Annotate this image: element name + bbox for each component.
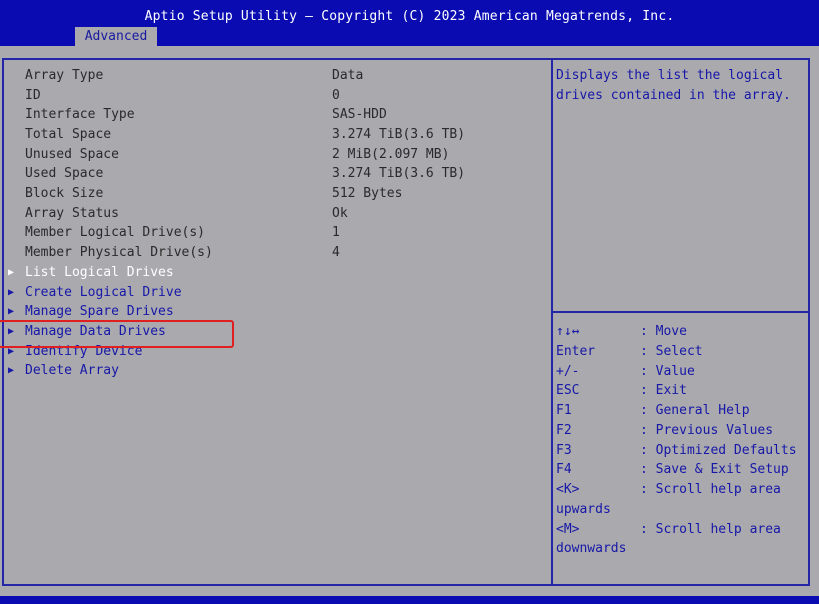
- help-divider: [551, 311, 810, 313]
- title-bar: Aptio Setup Utility – Copyright (C) 2023…: [0, 0, 819, 46]
- info-value-id: 0: [332, 88, 340, 103]
- footer-bar: [0, 596, 819, 604]
- hotkey-key: F3: [556, 443, 572, 458]
- hotkey-key: ESC: [556, 383, 580, 398]
- hotkey-key: upwards: [556, 502, 611, 517]
- menu-item-label: Delete Array: [25, 363, 119, 378]
- info-label-array-type: Array Type: [25, 68, 104, 83]
- menu-item-list-logical-drives[interactable]: ▶ List Logical Drives: [8, 264, 174, 282]
- info-value-block-size: 512 Bytes: [332, 186, 403, 201]
- info-value-array-type: Data: [332, 68, 364, 83]
- menu-item-label: List Logical Drives: [25, 265, 174, 280]
- info-label-total-space: Total Space: [25, 127, 112, 142]
- triangle-right-icon: ▶: [8, 267, 15, 278]
- hotkey-desc: : Exit: [640, 383, 687, 398]
- info-value-member-physical-drives: 4: [332, 245, 340, 260]
- hotkey-key: F2: [556, 423, 572, 438]
- hotkey-key: <M>: [556, 522, 580, 537]
- menu-item-label: Create Logical Drive: [25, 285, 182, 300]
- info-value-used-space: 3.274 TiB(3.6 TB): [332, 166, 466, 181]
- hotkey-key: F4: [556, 462, 572, 477]
- hotkey-desc: : Scroll help area: [640, 482, 781, 497]
- hotkey-desc: : Select: [640, 344, 703, 359]
- hotkey-key: <K>: [556, 482, 580, 497]
- hotkey-desc: : Scroll help area: [640, 522, 781, 537]
- info-value-interface-type: SAS-HDD: [332, 107, 387, 122]
- hotkey-desc: : General Help: [640, 403, 750, 418]
- help-text: Displays the list the logical drives con…: [556, 66, 806, 106]
- hotkey-desc: : Save & Exit Setup: [640, 462, 789, 477]
- menu-item-label: Manage Spare Drives: [25, 304, 174, 319]
- info-label-array-status: Array Status: [25, 206, 119, 221]
- hotkey-desc: : Optimized Defaults: [640, 443, 797, 458]
- help-line: drives contained in the array.: [556, 88, 791, 103]
- help-line: Displays the list the logical: [556, 68, 783, 83]
- info-value-array-status: Ok: [332, 206, 348, 221]
- menu-item-manage-spare-drives[interactable]: ▶ Manage Spare Drives: [8, 303, 174, 321]
- hotkey-key: downwards: [556, 541, 627, 556]
- app-title: Aptio Setup Utility – Copyright (C) 2023…: [144, 9, 675, 24]
- info-value-total-space: 3.274 TiB(3.6 TB): [332, 127, 466, 142]
- info-value-member-logical-drives: 1: [332, 225, 340, 240]
- hotkey-key: F1: [556, 403, 572, 418]
- hotkey-key: +/-: [556, 364, 580, 379]
- info-label-id: ID: [25, 88, 41, 103]
- menu-item-create-logical-drive[interactable]: ▶ Create Logical Drive: [8, 284, 182, 302]
- info-label-unused-space: Unused Space: [25, 147, 119, 162]
- info-label-block-size: Block Size: [25, 186, 104, 201]
- highlight-box: [0, 320, 234, 348]
- hotkey-desc: : Move: [640, 324, 687, 339]
- triangle-right-icon: ▶: [8, 306, 15, 317]
- info-label-member-physical-drives: Member Physical Drive(s): [25, 245, 213, 260]
- hotkey-key: Enter: [556, 344, 596, 359]
- triangle-right-icon: ▶: [8, 365, 15, 376]
- triangle-right-icon: ▶: [8, 287, 15, 298]
- panel-divider: [551, 58, 553, 586]
- info-label-used-space: Used Space: [25, 166, 104, 181]
- hotkey-desc: : Value: [640, 364, 695, 379]
- hotkey-key: ↑↓↔: [556, 324, 580, 339]
- menu-item-delete-array[interactable]: ▶ Delete Array: [8, 362, 119, 380]
- hotkey-desc: : Previous Values: [640, 423, 774, 438]
- info-label-interface-type: Interface Type: [25, 107, 135, 122]
- tab-advanced[interactable]: Advanced: [75, 27, 157, 46]
- info-value-unused-space: 2 MiB(2.097 MB): [332, 147, 450, 162]
- info-label-member-logical-drives: Member Logical Drive(s): [25, 225, 206, 240]
